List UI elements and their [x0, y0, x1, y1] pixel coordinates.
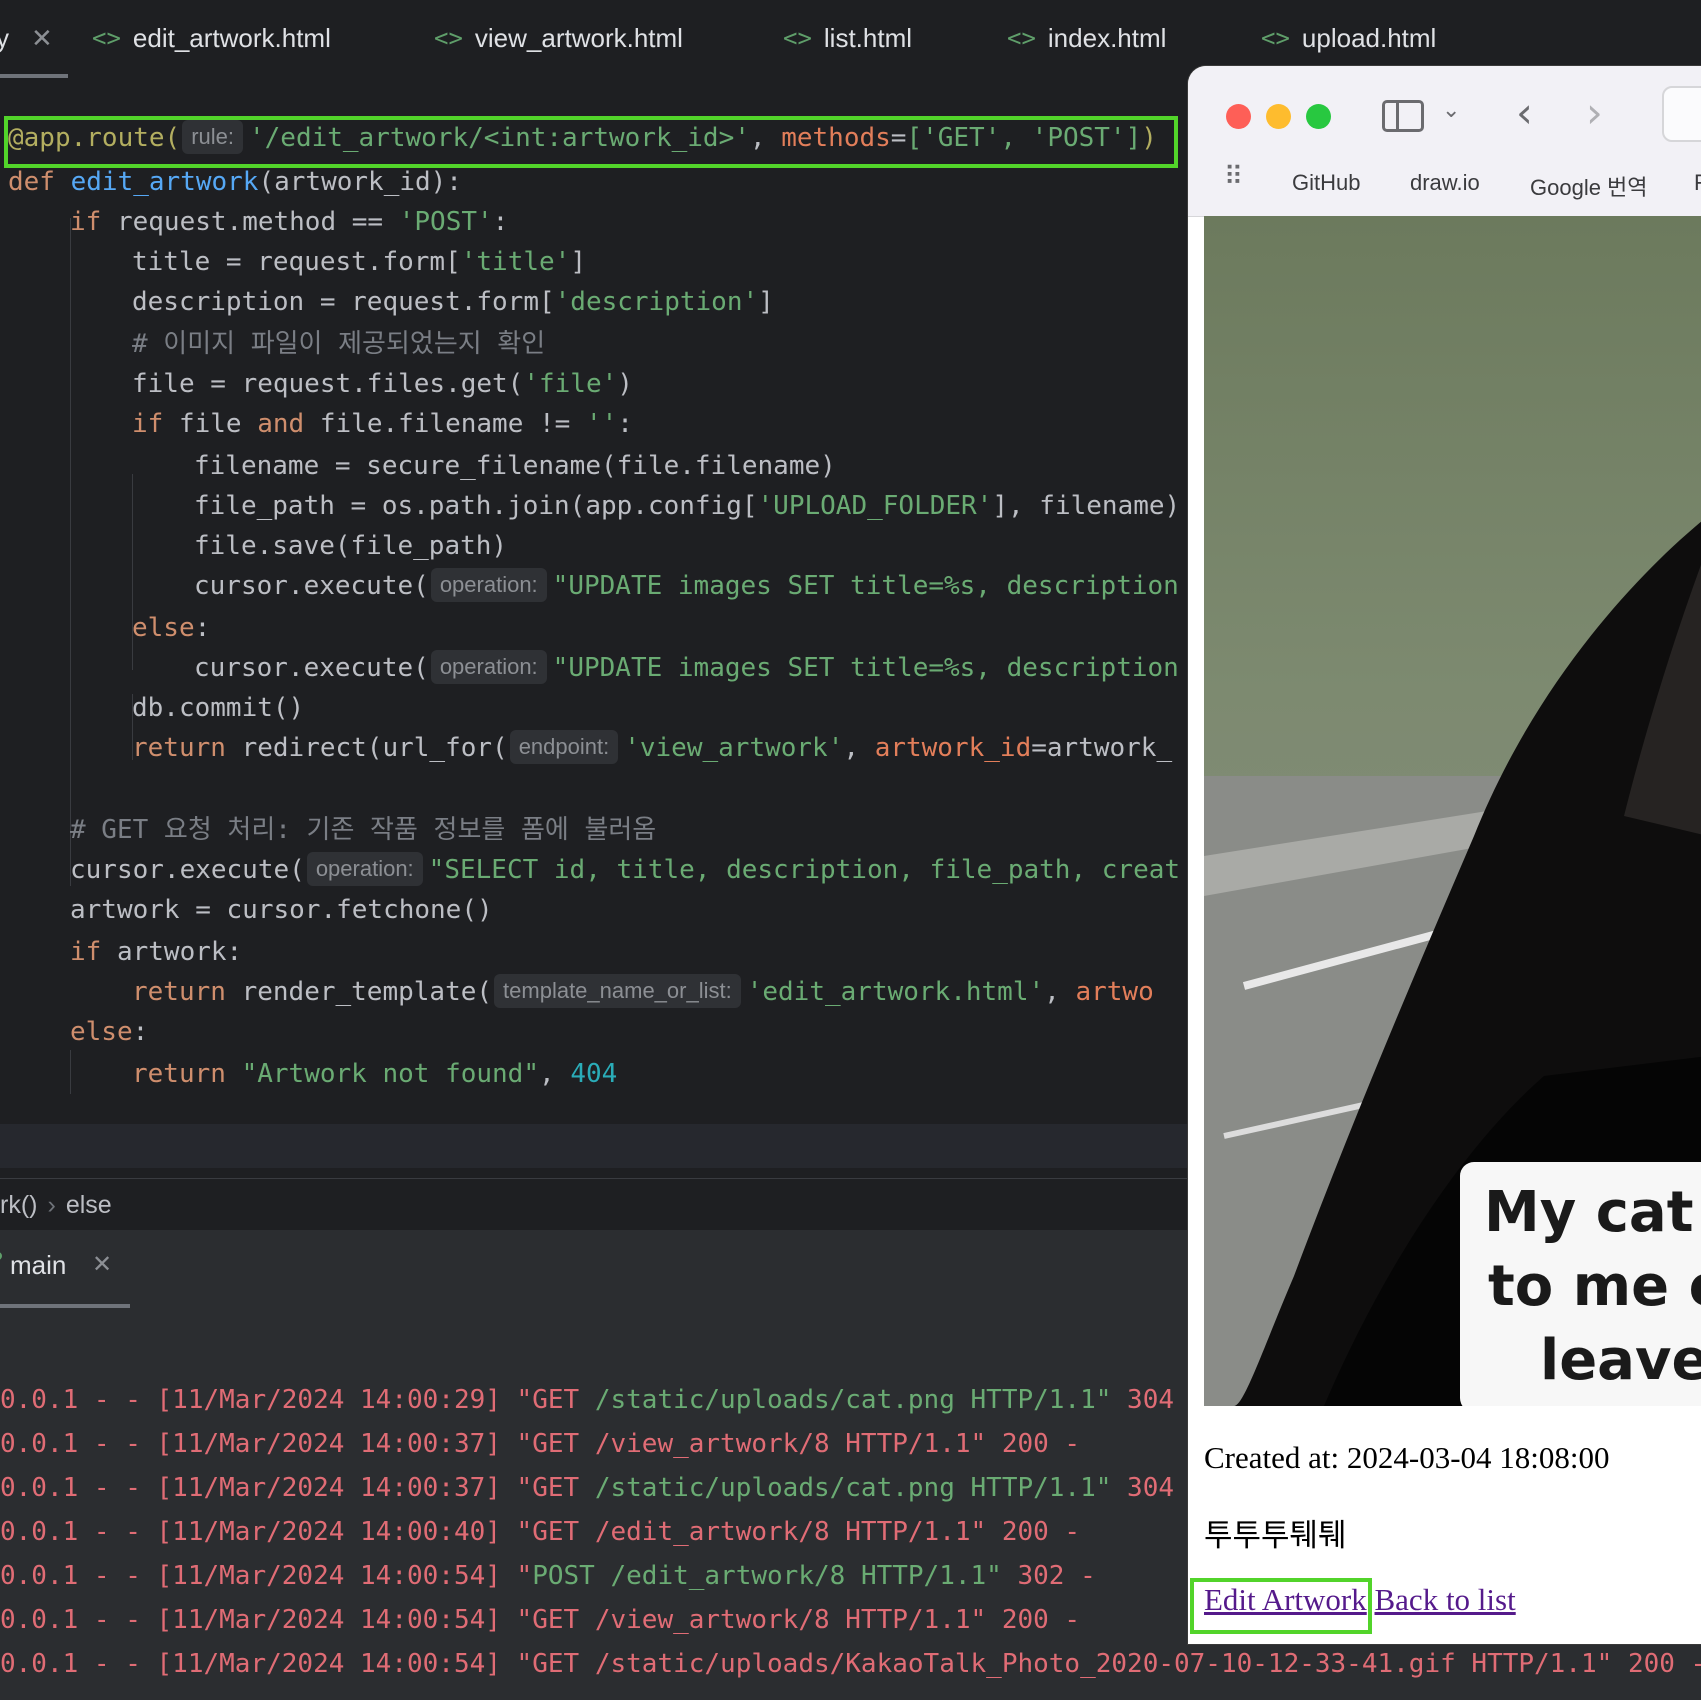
artwork-image: My cat w to me ev leave: [1204, 216, 1701, 1406]
breadcrumb: rk() › else: [0, 1178, 1188, 1231]
back-arrow-icon[interactable]: ‹: [1516, 88, 1533, 137]
close-icon[interactable]: ✕: [92, 1250, 112, 1279]
sql-select: "SELECT id, title, description, file_pat…: [428, 855, 1181, 885]
code-line-19: cursor.execute(operation: "SELECT id, tit…: [70, 848, 1180, 892]
code-line-12: cursor.execute(operation: "UPDATE images …: [194, 564, 1179, 608]
close-window-button[interactable]: [1226, 104, 1251, 129]
tab-partial-label: y: [0, 22, 9, 53]
tab-label: index.html: [1047, 22, 1167, 53]
breadcrumb-block[interactable]: else: [66, 1191, 112, 1219]
html-file-icon: <>: [1007, 24, 1036, 52]
caption-line: leave: [1540, 1328, 1701, 1393]
code-comment: # GET 요청 처리: 기존 작품 정보를 폼에 불러옴: [70, 815, 657, 845]
code-line-8: if file and file.filename != '':: [132, 409, 633, 439]
log-line: 0.0.1 - - [11/Mar/2024 14:00:37] "GET /v…: [0, 1429, 1081, 1459]
tab-edit-artwork[interactable]: <> edit_artwork.html: [92, 18, 331, 58]
html-file-icon: <>: [1261, 24, 1290, 52]
sql-update: "UPDATE images SET title=%s, description: [552, 653, 1179, 683]
code-line-4: title = request.form['title']: [132, 247, 586, 277]
code-comment: # 이미지 파일이 제공되었는지 확인: [132, 329, 546, 359]
chevron-down-icon[interactable]: ⌄: [1442, 98, 1460, 123]
run-tool-window-header: main ✕: [0, 1230, 1188, 1309]
zoom-window-button[interactable]: [1306, 104, 1331, 129]
param-hint-operation: operation:: [430, 568, 547, 602]
log-line: 0.0.1 - - [11/Mar/2024 14:00:54] "GET /v…: [0, 1605, 1081, 1635]
code-line-5: description = request.form['description'…: [132, 287, 774, 317]
indent-guide: [70, 1050, 71, 1094]
tab-view-artwork[interactable]: <> view_artwork.html: [434, 18, 683, 58]
html-file-icon: <>: [434, 24, 463, 52]
param-hint-operation: operation:: [430, 650, 547, 684]
tab-list[interactable]: <> list.html: [783, 18, 912, 58]
view-endpoint: 'view_artwork': [624, 733, 844, 763]
tab-label: list.html: [823, 22, 913, 53]
tab-upload[interactable]: <> upload.html: [1261, 18, 1436, 58]
log-line: 0.0.1 - - [11/Mar/2024 14:00:54] "GET /s…: [0, 1649, 1701, 1679]
tab-partial[interactable]: y ✕: [0, 18, 53, 58]
param-hint-endpoint: endpoint:: [509, 730, 619, 764]
code-line-16: return redirect(url_for(endpoint:'view_a…: [132, 726, 1172, 770]
code-editor[interactable]: @app.route(rule: '/edit_artwork/<int:artw…: [0, 78, 1188, 1178]
param-hint-template: template_name_or_list:: [494, 974, 741, 1008]
tab-label: edit_artwork.html: [132, 22, 331, 53]
artwork-description: 투투투퉤퉤: [1204, 1518, 1347, 1553]
upload-folder-key: 'UPLOAD_FOLDER': [757, 491, 993, 521]
code-line-22: return render_template(template_name_or_…: [132, 970, 1154, 1014]
tab-label: upload.html: [1301, 22, 1437, 53]
code-line-3: if request.method == 'POST':: [70, 207, 509, 237]
back-to-list-link[interactable]: Back to list: [1375, 1582, 1516, 1617]
code-line-13: else:: [132, 613, 211, 643]
current-line-highlight: [0, 1124, 1188, 1168]
not-found-code: 404: [570, 1059, 618, 1089]
browser-toolbar: ⌄ ‹ › ⠿ GitHub draw.io Google 번역 F: [1188, 66, 1701, 217]
chevron-right-icon: ›: [47, 1191, 56, 1219]
indent-guide: [70, 218, 71, 886]
browser-window: ⌄ ‹ › ⠿ GitHub draw.io Google 번역 F My ca…: [1188, 66, 1701, 1644]
sql-update: "UPDATE images SET title=%s, description: [552, 571, 1179, 601]
not-found-text: "Artwork not found": [241, 1059, 539, 1089]
code-line-10: file_path = os.path.join(app.config['UPL…: [194, 491, 1181, 521]
forward-arrow-icon[interactable]: ›: [1586, 88, 1603, 137]
route-highlight-box: [4, 116, 1178, 168]
address-bar[interactable]: [1662, 86, 1701, 142]
param-hint-operation: operation:: [306, 852, 423, 886]
log-line: 0.0.1 - - [11/Mar/2024 14:00:40] "GET /e…: [0, 1517, 1081, 1547]
bookmark-partial[interactable]: F: [1694, 170, 1701, 196]
tab-index[interactable]: <> index.html: [1007, 18, 1166, 58]
code-line-24: return "Artwork not found", 404: [132, 1059, 618, 1089]
tab-label: view_artwork.html: [474, 22, 683, 53]
code-line-11: file.save(file_path): [194, 531, 508, 561]
code-line-9: filename = secure_filename(file.filename…: [194, 451, 836, 481]
html-file-icon: <>: [783, 24, 812, 52]
code-line-6: # 이미지 파일이 제공되었는지 확인: [132, 322, 545, 366]
caption-line: My cat w: [1484, 1180, 1701, 1245]
breadcrumb-func[interactable]: rk(): [0, 1191, 37, 1219]
grid-icon[interactable]: ⠿: [1224, 162, 1243, 192]
run-tab-main[interactable]: main: [10, 1250, 66, 1281]
run-status-icon: [0, 1252, 2, 1260]
log-line: 0.0.1 - - [11/Mar/2024 14:00:54] "POST /…: [0, 1561, 1096, 1591]
function-name: edit_artwork: [70, 167, 259, 197]
created-at-text: Created at: 2024-03-04 18:08:00: [1204, 1440, 1610, 1475]
bookmark-drawio[interactable]: draw.io: [1410, 170, 1480, 196]
image-caption-box: My cat w to me ev leave: [1460, 1162, 1701, 1406]
code-line-23: else:: [70, 1017, 149, 1047]
sidebar-toggle-icon[interactable]: [1382, 100, 1424, 132]
code-line-14: cursor.execute(operation: "UPDATE images …: [194, 646, 1179, 690]
tab-close-icon[interactable]: ✕: [31, 23, 53, 54]
log-line: 0.0.1 - - [11/Mar/2024 14:00:37] "GET /s…: [0, 1473, 1206, 1503]
code-line-21: if artwork:: [70, 937, 243, 967]
code-line-18: # GET 요청 처리: 기존 작품 정보를 폼에 불러옴: [70, 808, 656, 852]
edit-link-highlight-box: [1190, 1578, 1372, 1634]
template-file: 'edit_artwork.html': [746, 977, 1045, 1007]
html-file-icon: <>: [92, 24, 121, 52]
code-line-15: db.commit(): [132, 693, 305, 723]
caption-line: to me ev: [1488, 1254, 1701, 1319]
minimize-window-button[interactable]: [1266, 104, 1291, 129]
log-line: 0.0.1 - - [11/Mar/2024 14:00:29] "GET /s…: [0, 1385, 1206, 1415]
code-line-7: file = request.files.get('file'): [132, 369, 633, 399]
code-line-20: artwork = cursor.fetchone(): [70, 895, 493, 925]
bookmark-github[interactable]: GitHub: [1292, 170, 1360, 196]
bookmark-google-translate[interactable]: Google 번역: [1530, 170, 1648, 202]
